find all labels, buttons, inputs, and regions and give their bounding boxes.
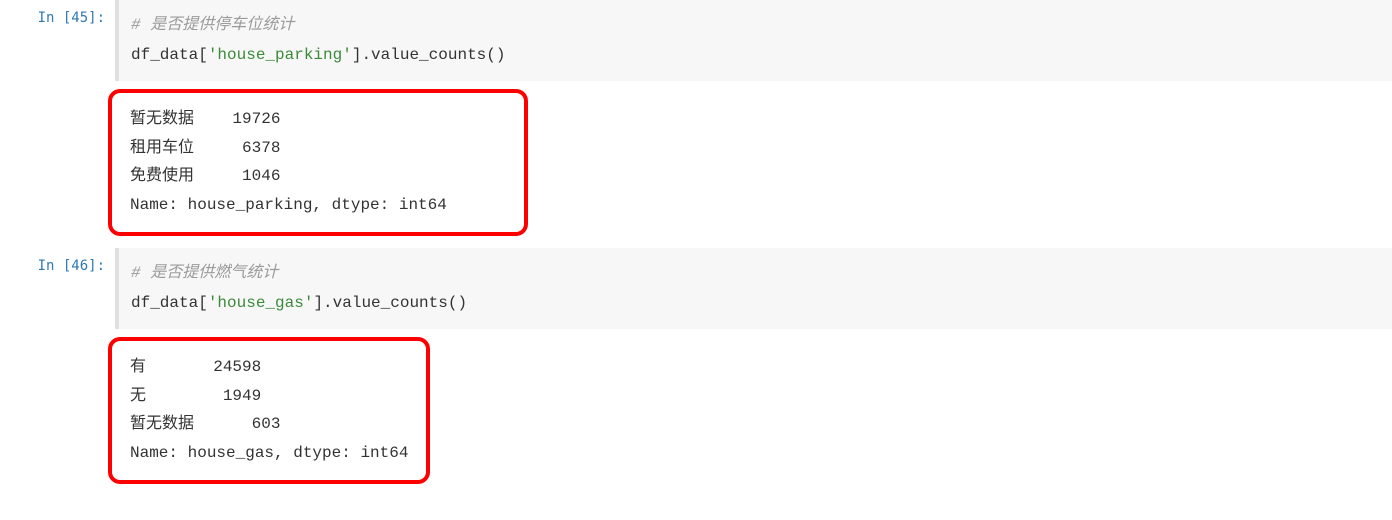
comment-line: # 是否提供燃气统计 [131, 264, 278, 282]
input-prompt: In [45]: [38, 10, 105, 26]
code-token: ].value_counts() [313, 294, 467, 312]
comment-line: # 是否提供停车位统计 [131, 16, 294, 34]
cell-output: 暂无数据 19726 租用车位 6378 免费使用 1046 Name: hou… [118, 97, 518, 228]
highlight-annotation: 暂无数据 19726 租用车位 6378 免费使用 1046 Name: hou… [108, 89, 528, 236]
input-prompt: In [46]: [38, 258, 105, 274]
code-input[interactable]: # 是否提供停车位统计 df_data['house_parking'].val… [115, 0, 1392, 81]
output-wrapper: 有 24598 无 1949 暂无数据 603 Name: house_gas,… [0, 337, 1392, 484]
prompt-area: In [46]: [0, 248, 115, 329]
code-token: df_data[ [131, 294, 208, 312]
highlight-annotation: 有 24598 无 1949 暂无数据 603 Name: house_gas,… [108, 337, 430, 484]
code-cell: In [46]: # 是否提供燃气统计 df_data['house_gas']… [0, 248, 1392, 329]
code-token: df_data[ [131, 46, 208, 64]
code-cell: In [45]: # 是否提供停车位统计 df_data['house_park… [0, 0, 1392, 81]
output-wrapper: 暂无数据 19726 租用车位 6378 免费使用 1046 Name: hou… [0, 89, 1392, 236]
code-input[interactable]: # 是否提供燃气统计 df_data['house_gas'].value_co… [115, 248, 1392, 329]
string-literal: 'house_gas' [208, 294, 314, 312]
code-token: ].value_counts() [352, 46, 506, 64]
prompt-area: In [45]: [0, 0, 115, 81]
cell-output: 有 24598 无 1949 暂无数据 603 Name: house_gas,… [118, 345, 420, 476]
string-literal: 'house_parking' [208, 46, 352, 64]
